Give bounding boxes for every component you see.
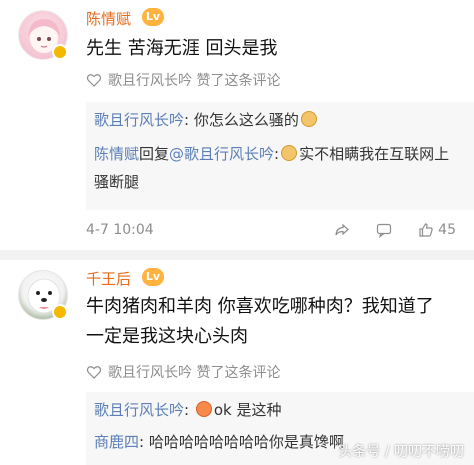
reply-author[interactable]: 歌且行风长吟	[94, 401, 184, 419]
meta-text: 歌且行风长吟 赞了这条评论	[108, 73, 281, 89]
comment-text: 牛肉猪肉和羊肉 你喜欢吃哪种肉？我知道了 一定是我这块心头肉	[86, 296, 434, 347]
comment-card-1: 陈情赋 Lv 先生 苦海无涯 回头是我 歌且行风长吟 赞了这条评论 歌且行风长吟…	[0, 0, 474, 250]
liked-by-meta: 歌且行风长吟 赞了这条评论	[86, 362, 280, 382]
cat-emoji-icon	[300, 111, 317, 127]
timestamp: 4-7 10:04	[86, 222, 154, 238]
comment-footer: 4-7 10:04 45	[86, 222, 456, 242]
verified-badge-icon	[52, 44, 68, 60]
action-icons: 45	[334, 222, 456, 238]
comment-text: 先生 苦海无涯 回头是我	[86, 38, 278, 59]
comment-button[interactable]	[376, 222, 392, 238]
reply-sep: :	[139, 433, 145, 451]
level-badge: Lv	[142, 8, 164, 26]
username[interactable]: 陈情赋	[86, 8, 131, 29]
reply-item: 歌且行风长吟: 你怎么这么骚的	[94, 106, 464, 134]
comment-icon	[377, 223, 392, 238]
level-badge: Lv	[142, 268, 164, 286]
like-count: 45	[438, 222, 456, 238]
reply-action: 回复	[139, 145, 170, 163]
reply-target[interactable]: @歌且行风长吟	[169, 145, 274, 163]
heart-icon	[86, 366, 102, 379]
blushing-face-emoji-icon	[195, 401, 212, 417]
reply-text: 哈哈哈哈哈哈哈哈你是真馋啊	[148, 433, 344, 451]
reply-box[interactable]: 歌且行风长吟: 你怎么这么骚的 陈情赋回复@歌且行风长吟: 实不相瞒我在互联网上骚…	[86, 102, 474, 210]
reply-text: 你怎么这么骚的	[193, 111, 299, 129]
username[interactable]: 千王后	[86, 268, 131, 289]
share-icon	[335, 223, 350, 236]
reply-text: ok 是这种	[213, 401, 282, 419]
reply-sep: :	[184, 401, 190, 419]
reply-sep: :	[274, 145, 280, 163]
meta-text: 歌且行风长吟 赞了这条评论	[108, 365, 281, 381]
cat-emoji-icon	[281, 145, 298, 161]
reply-item: 歌且行风长吟: ok 是这种	[94, 396, 464, 424]
reply-item: 陈情赋回复@歌且行风长吟: 实不相瞒我在互联网上骚断腿	[94, 140, 464, 196]
reply-author[interactable]: 歌且行风长吟	[94, 111, 184, 129]
reply-author[interactable]: 陈情赋	[94, 145, 139, 163]
reply-author[interactable]: 商鹿四	[94, 433, 139, 451]
heart-icon	[86, 74, 102, 87]
liked-by-meta: 歌且行风长吟 赞了这条评论	[86, 70, 280, 90]
like-icon	[419, 223, 433, 237]
share-button[interactable]	[334, 222, 350, 238]
watermark: 头条号 / 叨叨不唠叨	[338, 444, 464, 460]
reply-sep: :	[184, 111, 190, 129]
like-button[interactable]: 45	[418, 222, 456, 238]
verified-badge-icon	[52, 304, 68, 320]
